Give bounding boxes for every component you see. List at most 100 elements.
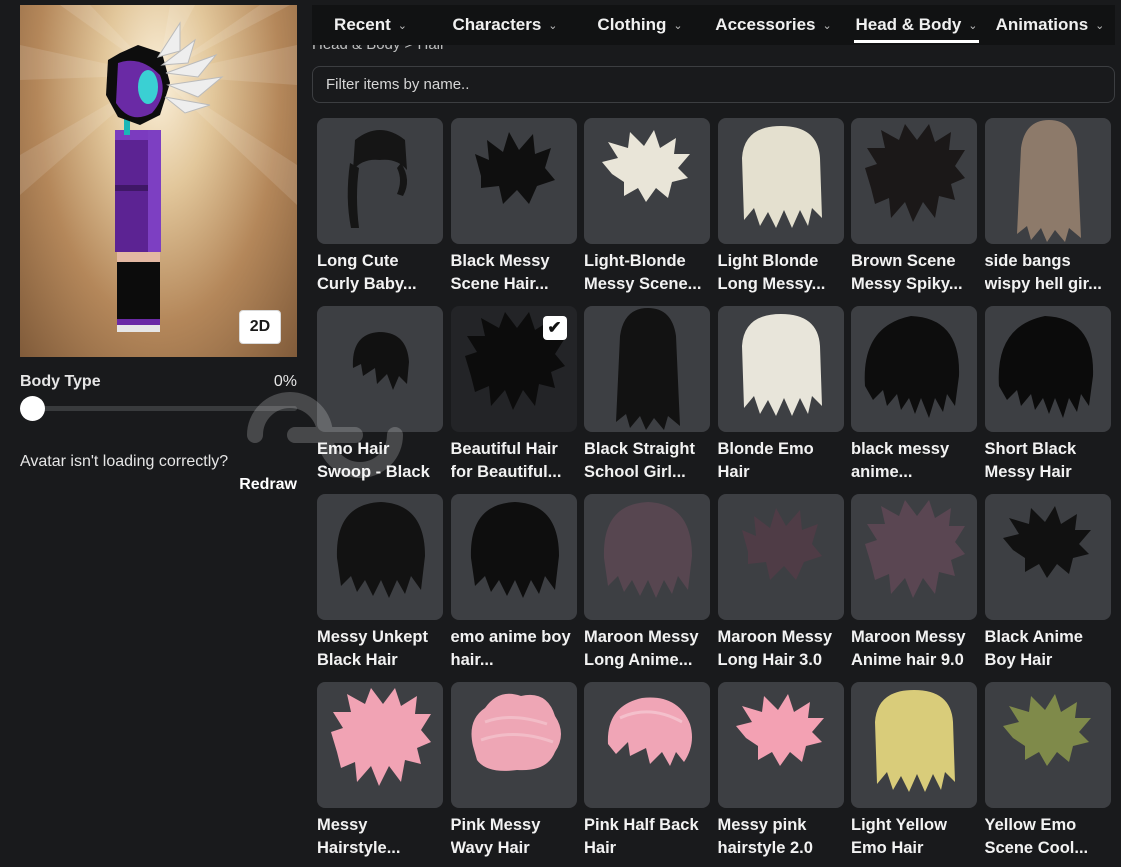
item-thumbnail[interactable] <box>851 494 977 620</box>
hair-icon <box>352 332 409 390</box>
item-thumbnail[interactable] <box>584 118 710 244</box>
catalog-item[interactable]: Light-Blonde Messy Scene... <box>584 118 710 296</box>
catalog-item[interactable]: Black Anime Boy Hair <box>984 494 1111 672</box>
item-name: Pink Half Back Hair <box>584 816 699 857</box>
checkmark-icon[interactable]: ✔ <box>542 316 567 340</box>
catalog-item[interactable]: Messy pink hairstyle 2.0 <box>717 682 844 860</box>
item-thumbnail[interactable] <box>584 682 710 808</box>
item-thumbnail[interactable] <box>317 494 443 620</box>
catalog-item[interactable]: Maroon Messy Long Anime... <box>584 494 710 672</box>
filter-input[interactable]: Filter items by name.. <box>312 66 1115 103</box>
catalog-item[interactable]: Maroon Messy Long Hair 3.0 <box>717 494 844 672</box>
hair-icon <box>741 126 822 228</box>
catalog-item[interactable]: Light Blonde Long Messy... <box>717 118 844 296</box>
catalog-item[interactable]: black messy anime... <box>851 306 977 484</box>
hair-icon <box>603 502 692 598</box>
item-name: Beautiful Hair for Beautiful... <box>450 440 562 481</box>
tab-label: Accessories <box>715 15 816 34</box>
item-thumbnail[interactable] <box>984 682 1111 808</box>
item-thumbnail[interactable] <box>984 118 1111 244</box>
avatar-preview[interactable]: 2D <box>20 5 297 357</box>
hair-icon <box>865 500 965 598</box>
tab-characters[interactable]: Characters ⌄ <box>429 5 581 45</box>
tab-animations[interactable]: Animations ⌄ <box>985 5 1115 45</box>
tab-label: Head & Body <box>855 15 962 34</box>
catalog-item[interactable]: Long Cute Curly Baby... <box>317 118 443 296</box>
chevron-down-icon: ⌄ <box>673 19 683 32</box>
item-name: Light-Blonde Messy Scene... <box>584 252 702 293</box>
catalog-item[interactable]: Messy Hairstyle... <box>317 682 443 860</box>
tab-clothing[interactable]: Clothing ⌄ <box>581 5 699 45</box>
body-type-value: 0% <box>273 373 297 390</box>
tab-recent[interactable]: Recent ⌄ <box>312 5 429 45</box>
hair-icon <box>602 130 690 202</box>
body-type-slider-thumb[interactable] <box>20 396 45 421</box>
item-thumbnail[interactable] <box>450 118 577 244</box>
chevron-down-icon: ⌄ <box>1095 19 1105 32</box>
catalog-item[interactable]: ✔ Beautiful Hair for Beautiful... <box>450 306 577 484</box>
item-thumbnail[interactable]: ✔ <box>450 306 577 432</box>
view-2d-button[interactable]: 2D <box>239 310 281 344</box>
item-thumbnail[interactable] <box>717 682 844 808</box>
item-name: Maroon Messy Anime hair 9.0 <box>851 628 966 669</box>
item-name: Messy Unkept Black Hair <box>317 628 428 669</box>
hair-icon <box>470 502 559 598</box>
item-name: side bangs wispy hell gir... <box>984 252 1102 293</box>
item-name: Black Messy Scene Hair... <box>450 252 550 293</box>
tab-accessories[interactable]: Accessories ⌄ <box>699 5 848 45</box>
catalog-item[interactable]: emo anime boy hair... <box>450 494 577 672</box>
hair-icon <box>1002 506 1091 578</box>
catalog-item[interactable]: Maroon Messy Anime hair 9.0 <box>851 494 977 672</box>
item-name: Brown Scene Messy Spiky... <box>851 252 963 293</box>
catalog-item[interactable]: Yellow Emo Scene Cool... <box>984 682 1111 860</box>
catalog-item[interactable]: Black Straight School Girl... <box>584 306 710 484</box>
item-thumbnail[interactable] <box>984 494 1111 620</box>
catalog-item[interactable]: Pink Half Back Hair <box>584 682 710 860</box>
tab-label: Characters <box>452 15 542 34</box>
item-name: black messy anime... <box>851 440 950 481</box>
item-name: Blonde Emo Hair <box>717 440 814 481</box>
catalog-item[interactable]: Blonde Emo Hair <box>717 306 844 484</box>
tab-head-and-body[interactable]: Head & Body ⌄ <box>848 5 985 45</box>
item-thumbnail[interactable] <box>584 306 710 432</box>
redraw-button[interactable]: Redraw <box>200 476 297 494</box>
item-thumbnail[interactable] <box>717 306 844 432</box>
item-name: Messy pink hairstyle 2.0 <box>717 816 813 857</box>
item-thumbnail[interactable] <box>317 118 443 244</box>
avatar-loading-message: Avatar isn't loading correctly? <box>20 453 229 470</box>
item-name: Light Blonde Long Messy... <box>717 252 826 293</box>
catalog-item[interactable]: Messy Unkept Black Hair <box>317 494 443 672</box>
item-thumbnail[interactable] <box>317 306 443 432</box>
tab-label: Recent <box>334 15 391 34</box>
hair-icon <box>474 132 555 204</box>
hair-icon <box>336 502 425 598</box>
catalog-item[interactable]: Light Yellow Emo Hair <box>851 682 977 860</box>
catalog-item[interactable]: Black Messy Scene Hair... <box>450 118 577 296</box>
item-thumbnail[interactable] <box>584 494 710 620</box>
item-thumbnail[interactable] <box>851 306 977 432</box>
item-thumbnail[interactable] <box>717 118 844 244</box>
chevron-down-icon: ⌄ <box>822 19 832 32</box>
item-thumbnail[interactable] <box>450 682 577 808</box>
item-thumbnail[interactable] <box>984 306 1111 432</box>
item-name: emo anime boy hair... <box>450 628 571 669</box>
item-thumbnail[interactable] <box>851 682 977 808</box>
catalog-item[interactable]: side bangs wispy hell gir... <box>984 118 1111 296</box>
catalog-item[interactable]: Pink Messy Wavy Hair <box>450 682 577 860</box>
hair-icon <box>741 508 822 580</box>
item-thumbnail[interactable] <box>450 494 577 620</box>
item-thumbnail[interactable] <box>317 682 443 808</box>
avatar-figure <box>106 21 224 332</box>
hair-icon <box>1002 694 1091 766</box>
catalog-item[interactable]: Short Black Messy Hair <box>984 306 1111 484</box>
item-name: Pink Messy Wavy Hair <box>450 816 541 857</box>
hair-icon <box>864 316 960 418</box>
item-thumbnail[interactable] <box>717 494 844 620</box>
item-thumbnail[interactable] <box>851 118 977 244</box>
item-name: Short Black Messy Hair <box>984 440 1077 481</box>
item-name: Black Straight School Girl... <box>584 440 695 481</box>
catalog-item[interactable]: Brown Scene Messy Spiky... <box>851 118 977 296</box>
hair-icon <box>741 314 822 416</box>
body-type-slider[interactable] <box>20 406 297 411</box>
catalog-item[interactable]: Emo Hair Swoop - Black <box>317 306 443 484</box>
